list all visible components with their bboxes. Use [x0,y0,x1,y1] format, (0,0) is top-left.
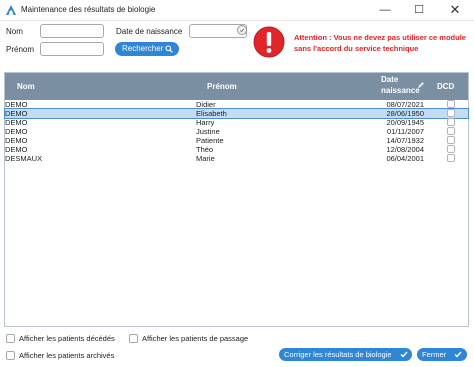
cell-nom: DEMO [5,109,28,118]
fermer-button[interactable]: Fermer [417,348,467,361]
show-archived-label[interactable]: Afficher les patients archivés [19,351,114,360]
cell-date-naissance: 20/09/1945 [386,118,424,127]
table-row[interactable]: DEMO Harry 20/09/1945 [5,118,468,127]
date-picker-icon[interactable] [237,25,247,35]
table-row[interactable]: DEMO Didier 08/07/2021 [5,100,468,109]
show-deceased-checkbox[interactable] [6,334,15,343]
corriger-resultats-label: Corriger les résultats de biologie [284,350,392,359]
column-header-dcd[interactable]: DCD [437,82,454,91]
date-naissance-label: Date de naissance [116,27,183,36]
warning-exclamation-icon [253,26,285,58]
prenom-label: Prénom [6,45,35,54]
dcd-checkbox[interactable] [447,136,455,144]
dcd-checkbox[interactable] [447,118,455,126]
title-bar: Maintenance des résultats de biologie — … [0,0,474,21]
nom-label: Nom [6,27,23,36]
table-row-selected[interactable]: DEMO Elisabeth 28/06/1950 [4,108,469,119]
table-row[interactable]: DEMO Théo 12/08/2004 [5,145,468,154]
search-icon [165,45,173,53]
cell-prenom: Harry [196,118,215,127]
table-row[interactable]: DEMO Justine 01/11/2007 [5,127,468,136]
cell-date-naissance: 28/06/1950 [386,109,424,118]
pencil-icon [418,82,424,88]
show-passage-checkbox[interactable] [129,334,138,343]
warning-message: Attention : Vous ne devez pas utiliser c… [294,33,466,53]
cell-nom: DEMO [5,127,28,136]
cell-date-naissance: 14/07/1932 [386,136,424,145]
column-header-prenom[interactable]: Prénom [207,82,237,91]
corriger-resultats-button[interactable]: Corriger les résultats de biologie [279,348,412,361]
cell-prenom: Marie [196,154,215,163]
close-window-button[interactable]: ✕ [442,1,468,19]
cell-prenom: Justine [196,127,220,136]
cell-prenom: Patiente [196,136,224,145]
cell-nom: DEMO [5,118,28,127]
checkmark-icon [400,351,408,358]
minimize-button[interactable]: — [372,1,398,19]
cell-date-naissance: 01/11/2007 [387,127,424,136]
table-header: Nom Prénom Date naissance DCD [5,73,468,100]
show-passage-label[interactable]: Afficher les patients de passage [142,334,248,343]
app-logo-icon [6,5,16,15]
table-row[interactable]: DEMO Patiente 14/07/1932 [5,136,468,145]
cell-prenom: Didier [196,100,216,109]
maximize-button[interactable]: ☐ [406,1,432,19]
table-body: DEMO Didier 08/07/2021 DEMO Elisabeth 28… [4,100,469,163]
cell-nom: DEMO [5,136,28,145]
cell-date-naissance: 08/07/2021 [386,100,424,109]
dcd-checkbox[interactable] [447,109,455,117]
cell-nom: DEMO [5,145,28,154]
checkmark-icon [454,351,462,358]
fermer-label: Fermer [422,350,447,359]
rechercher-button[interactable]: Rechercher [115,42,179,56]
nom-input[interactable] [40,24,104,38]
cell-prenom: Théo [196,145,214,154]
patients-table: Nom Prénom Date naissance DCD DEMO Didie… [4,72,469,327]
window-title: Maintenance des résultats de biologie [21,5,156,14]
show-archived-checkbox[interactable] [6,351,15,360]
table-row[interactable]: DESMAUX Marie 06/04/2001 [5,154,468,163]
dcd-checkbox[interactable] [447,127,455,135]
dcd-checkbox[interactable] [447,145,455,153]
cell-nom: DESMAUX [5,154,43,163]
rechercher-label: Rechercher [122,44,164,53]
column-header-nom[interactable]: Nom [17,82,35,91]
cell-date-naissance: 12/08/2004 [386,145,424,154]
cell-date-naissance: 06/04/2001 [386,154,424,163]
show-deceased-label[interactable]: Afficher les patients décédés [19,334,115,343]
column-header-date-line1[interactable]: Date [381,75,398,84]
prenom-input[interactable] [40,42,104,56]
cell-nom: DEMO [5,100,28,109]
column-header-date-line2[interactable]: naissance [381,86,420,95]
dcd-checkbox[interactable] [447,100,455,108]
cell-prenom: Elisabeth [196,109,227,118]
dcd-checkbox[interactable] [447,154,455,162]
